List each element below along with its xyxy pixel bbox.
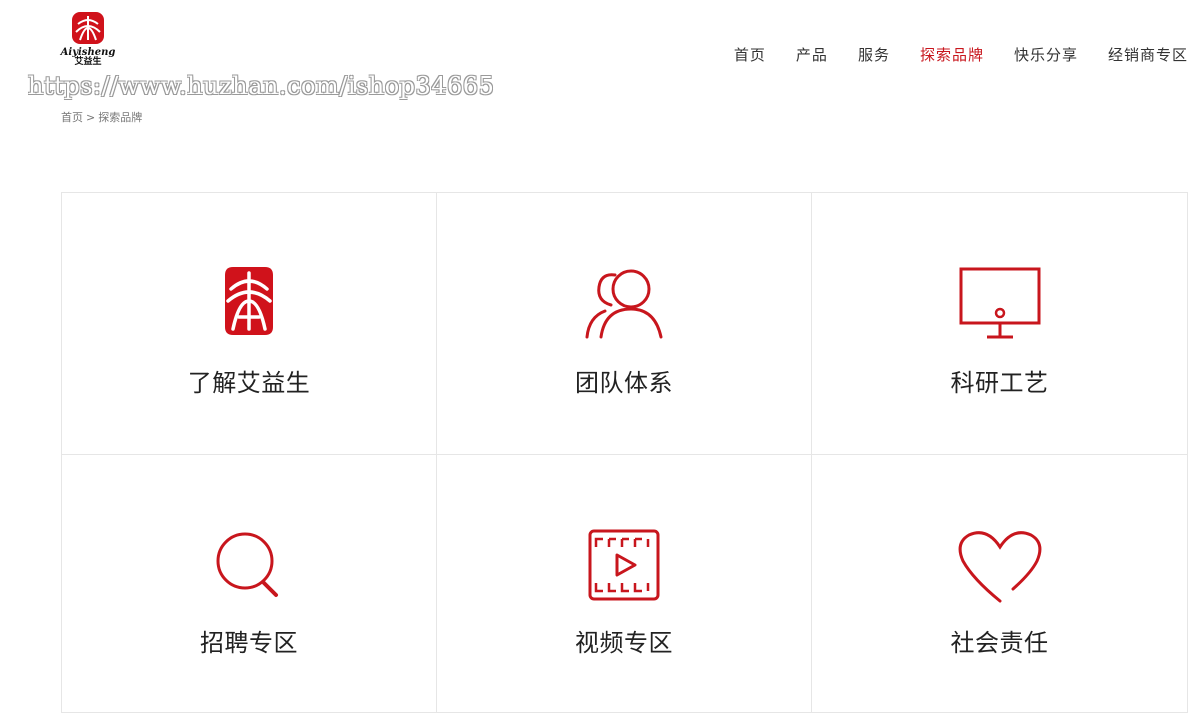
nav-services[interactable]: 服务 <box>858 44 890 65</box>
card-label: 视频专区 <box>575 629 673 657</box>
nav-home[interactable]: 首页 <box>734 44 766 65</box>
search-icon <box>204 529 294 609</box>
card-recruitment[interactable]: 招聘专区 <box>62 455 437 713</box>
video-icon <box>579 529 669 609</box>
nav-happy-share[interactable]: 快乐分享 <box>1014 44 1078 65</box>
card-label: 团队体系 <box>575 369 673 397</box>
team-icon <box>579 265 669 345</box>
breadcrumb: 首页 > 探索品牌 <box>61 109 142 125</box>
breadcrumb-home[interactable]: 首页 <box>61 111 83 124</box>
card-research[interactable]: 科研工艺 <box>812 193 1188 455</box>
nav-dealer-zone[interactable]: 经销商专区 <box>1108 44 1188 65</box>
brand-seal-icon <box>204 265 294 345</box>
heart-icon <box>955 529 1045 609</box>
card-video[interactable]: 视频专区 <box>437 455 812 713</box>
watermark-url: https://www.huzhan.com/ishop34665 <box>28 72 495 100</box>
monitor-icon <box>955 265 1045 345</box>
site-logo[interactable]: Aiyisheng 艾益生 <box>58 10 118 68</box>
logo-brand-cn: 艾益生 <box>74 57 102 67</box>
breadcrumb-separator: > <box>86 111 96 124</box>
card-social-responsibility[interactable]: 社会责任 <box>812 455 1188 713</box>
brand-seal-icon <box>72 12 104 44</box>
explore-grid: 了解艾益生 团队体系 科研工艺 招聘专区 视频专区 社会责任 <box>61 192 1188 713</box>
card-label: 科研工艺 <box>950 369 1049 397</box>
card-label: 了解艾益生 <box>187 369 311 397</box>
card-about[interactable]: 了解艾益生 <box>62 193 437 455</box>
main-nav: 首页 产品 服务 探索品牌 快乐分享 经销商专区 <box>704 44 1188 65</box>
nav-explore-brand[interactable]: 探索品牌 <box>920 44 984 65</box>
card-label: 招聘专区 <box>200 629 298 657</box>
breadcrumb-current: 探索品牌 <box>98 111 143 124</box>
card-team[interactable]: 团队体系 <box>437 193 812 455</box>
card-label: 社会责任 <box>950 629 1049 657</box>
nav-products[interactable]: 产品 <box>796 44 828 65</box>
